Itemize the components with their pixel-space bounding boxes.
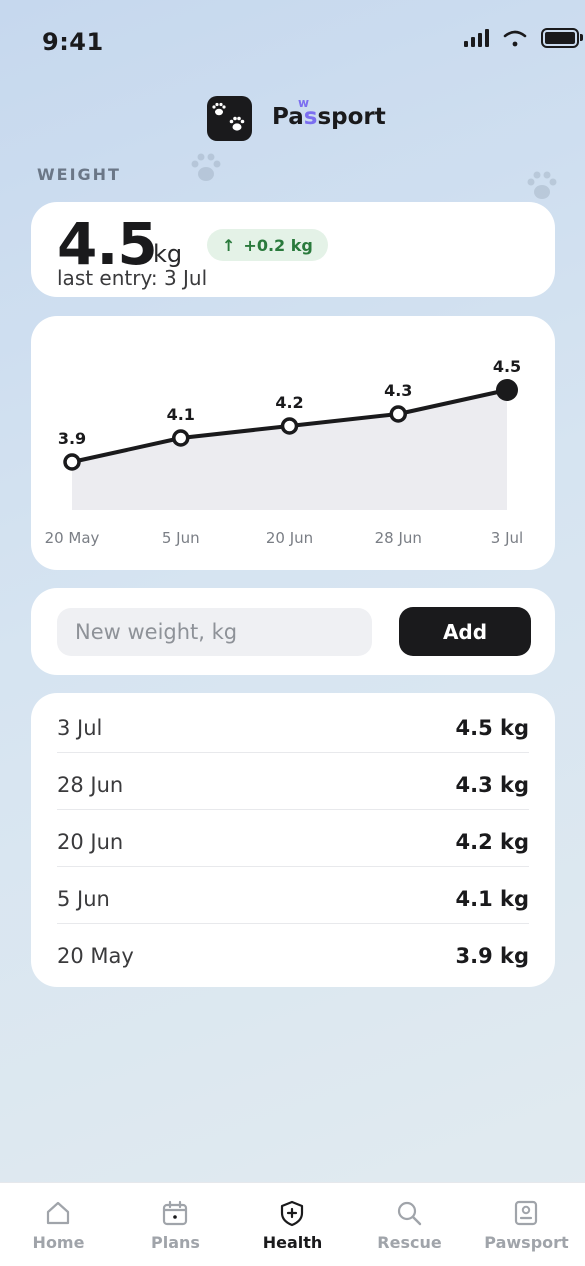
tab-pawsport[interactable]: Pawsport — [468, 1183, 585, 1266]
calendar-icon — [162, 1200, 188, 1226]
status-bar: 9:41 — [0, 0, 585, 80]
app-logo — [207, 96, 252, 141]
bottom-tab-bar: Home Plans Health Rescue Pawsport — [0, 1182, 585, 1266]
arrow-up-icon: ↑ — [222, 235, 236, 255]
weight-history-list: 3 Jul 4.5 kg 28 Jun 4.3 kg 20 Jun 4.2 kg… — [31, 693, 555, 987]
status-icons — [464, 28, 583, 48]
history-row[interactable]: 20 May 3.9 kg — [57, 927, 529, 984]
row-divider — [57, 923, 529, 924]
tab-label: Plans — [151, 1233, 200, 1252]
weight-line-chart: 3.9 20 May 4.1 5 Jun 4.2 20 Jun 4.3 28 Jun 4.5 3 … — [45, 357, 524, 547]
home-icon — [46, 1201, 70, 1225]
chart-data-label: 4.5 — [493, 357, 521, 376]
chart-point — [280, 417, 299, 435]
chart-x-tick-label: 20 May — [45, 529, 100, 547]
history-date: 3 Jul — [57, 715, 103, 740]
decorative-paw-icon — [527, 171, 557, 199]
tab-label: Health — [262, 1233, 323, 1252]
tab-home[interactable]: Home — [0, 1183, 117, 1266]
history-date: 5 Jun — [57, 886, 110, 911]
decorative-paw-icon — [191, 153, 221, 181]
chart-data-label: 4.2 — [275, 393, 303, 412]
weight-delta-text: +0.2 kg — [243, 235, 313, 255]
history-row[interactable]: 28 Jun 4.3 kg — [57, 756, 529, 813]
row-divider — [57, 809, 529, 810]
status-time: 9:41 — [42, 28, 104, 56]
row-divider — [57, 866, 529, 867]
chart-x-tick-label: 20 Jun — [266, 529, 313, 547]
history-value: 4.1 kg — [455, 886, 529, 911]
history-row[interactable]: 3 Jul 4.5 kg — [57, 699, 529, 756]
chart-point — [63, 453, 81, 471]
tab-label: Home — [32, 1233, 85, 1252]
last-entry-text: last entry: 3 Jul — [57, 266, 208, 290]
weight-summary-card: 4.5 kg ↑ +0.2 kg last entry: 3 Jul — [31, 202, 555, 297]
search-icon — [397, 1201, 422, 1226]
chart-point — [389, 405, 407, 423]
chart-data-label: 3.9 — [58, 429, 86, 448]
history-row[interactable]: 5 Jun 4.1 kg — [57, 870, 529, 927]
chart-point — [172, 429, 190, 447]
history-row[interactable]: 20 Jun 4.2 kg — [57, 813, 529, 870]
battery-icon — [541, 28, 583, 48]
brand-suffix: sport — [317, 104, 386, 130]
brand-name: Passport — [272, 104, 386, 130]
history-value: 4.5 kg — [455, 715, 529, 740]
app-header: Passport w — [0, 96, 585, 142]
history-date: 28 Jun — [57, 772, 124, 797]
chart-x-tick-label: 28 Jun — [375, 529, 422, 547]
weight-delta-badge: ↑ +0.2 kg — [207, 229, 328, 261]
tab-label: Pawsport — [484, 1233, 569, 1252]
section-label-weight: WEIGHT — [37, 165, 121, 184]
new-weight-form: Add — [31, 588, 555, 675]
chart-data-label: 4.1 — [167, 405, 195, 424]
history-value: 4.3 kg — [455, 772, 529, 797]
chart-data-label: 4.3 — [384, 381, 412, 400]
add-weight-button[interactable]: Add — [399, 607, 531, 656]
new-weight-input[interactable] — [57, 608, 372, 656]
history-date: 20 May — [57, 943, 134, 968]
tab-health[interactable]: Health — [234, 1183, 351, 1266]
chart-point — [496, 379, 518, 401]
chart-x-tick-label: 3 Jul — [491, 529, 523, 547]
passport-icon — [514, 1200, 538, 1226]
wifi-icon — [503, 30, 527, 47]
history-value: 4.2 kg — [455, 829, 529, 854]
history-value: 3.9 kg — [455, 943, 529, 968]
current-weight-unit: kg — [153, 240, 183, 268]
weight-chart-card: 3.9 20 May 4.1 5 Jun 4.2 20 Jun 4.3 28 Jun 4.5 3 … — [31, 316, 555, 570]
row-divider — [57, 752, 529, 753]
chart-x-tick-label: 5 Jun — [162, 529, 200, 547]
shield-plus-icon — [280, 1200, 304, 1227]
paw-icon — [212, 102, 245, 131]
tab-rescue[interactable]: Rescue — [351, 1183, 468, 1266]
cellular-signal-icon — [464, 29, 489, 47]
tab-plans[interactable]: Plans — [117, 1183, 234, 1266]
brand-superscript: w — [298, 96, 310, 110]
history-date: 20 Jun — [57, 829, 124, 854]
tab-label: Rescue — [377, 1233, 442, 1252]
